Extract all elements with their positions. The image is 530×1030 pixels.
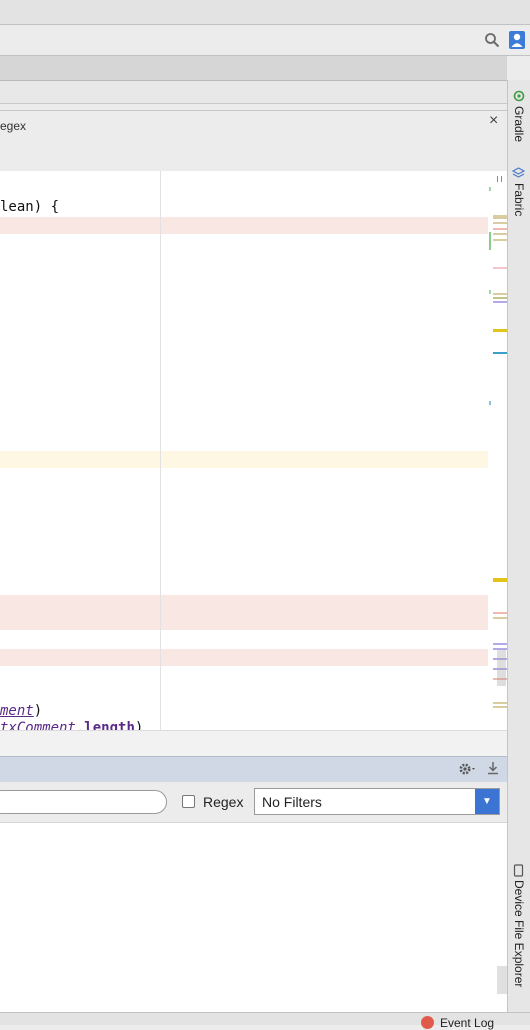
logcat-scrollbar-thumb[interactable]: [497, 966, 507, 994]
gear-icon[interactable]: [458, 761, 478, 777]
download-icon[interactable]: [486, 760, 500, 776]
change-marker: [489, 187, 491, 191]
code-token-paren: ): [33, 703, 43, 719]
device-icon: [513, 864, 524, 877]
code-editor[interactable]: lean) { ment) txComment.length): [0, 171, 488, 730]
warning-line-highlight: [0, 451, 488, 468]
regex-option-label[interactable]: egex: [0, 119, 26, 133]
error-line-highlight: [0, 595, 488, 630]
stripe-marker[interactable]: [493, 612, 507, 614]
right-margin-guide: [160, 171, 161, 730]
inspection-status-icon[interactable]: [497, 176, 502, 182]
event-log-button[interactable]: Event Log: [440, 1016, 494, 1030]
stripe-marker[interactable]: [493, 352, 507, 354]
code-token-identifier: txComment: [0, 720, 76, 730]
stripe-marker[interactable]: [493, 293, 507, 295]
close-find-panel-button[interactable]: ×: [489, 112, 498, 130]
code-line: txComment.length): [0, 720, 143, 730]
logcat-output[interactable]: [0, 822, 507, 1013]
stripe-marker[interactable]: [493, 233, 507, 235]
fabric-tab[interactable]: Fabric: [512, 183, 526, 216]
stripe-marker[interactable]: [493, 228, 507, 230]
change-marker: [489, 401, 491, 405]
regex-checkbox[interactable]: [182, 795, 195, 808]
find-panel: egex ×: [0, 110, 507, 172]
error-line-highlight: [0, 649, 488, 666]
stripe-marker[interactable]: [493, 297, 507, 299]
code-line: ment): [0, 703, 42, 719]
stripe-marker[interactable]: [493, 301, 507, 303]
status-bar: Event Log: [0, 1012, 530, 1030]
change-marker: [489, 290, 491, 294]
title-bar: [0, 0, 530, 25]
stripe-marker[interactable]: [493, 617, 507, 619]
stripe-marker[interactable]: [493, 329, 507, 332]
device-file-explorer-tab[interactable]: Device File Explorer: [512, 880, 526, 987]
error-stripe[interactable]: [488, 171, 507, 730]
stripe-marker[interactable]: [493, 239, 507, 241]
user-icon[interactable]: [509, 31, 525, 49]
logcat-search-input[interactable]: [0, 790, 167, 814]
stripe-marker[interactable]: [493, 578, 507, 582]
error-line-highlight: [0, 217, 488, 234]
search-icon[interactable]: [484, 32, 500, 48]
gradle-icon: [513, 90, 525, 102]
stripe-marker[interactable]: [493, 222, 507, 224]
stripe-marker[interactable]: [493, 643, 507, 645]
filter-dropdown-value: No Filters: [262, 794, 322, 810]
editor-breadcrumb-bar: [0, 730, 507, 756]
change-marker: [489, 232, 491, 250]
code-token-identifier: ment: [0, 703, 34, 719]
logcat-header: [0, 756, 507, 783]
chevron-down-icon[interactable]: ▼: [475, 789, 499, 814]
stripe-marker[interactable]: [493, 702, 507, 704]
scrollbar-thumb[interactable]: [497, 650, 506, 686]
tool-window-tab-strip: [0, 56, 507, 81]
fabric-icon: [512, 167, 525, 178]
stripe-marker[interactable]: [493, 706, 507, 708]
right-tool-strip: Gradle Fabric Device File Explorer: [507, 80, 530, 1012]
gradle-tab[interactable]: Gradle: [512, 106, 526, 142]
code-token-paren: ): [134, 720, 144, 730]
event-log-error-icon[interactable]: [421, 1016, 434, 1029]
stripe-marker[interactable]: [493, 215, 507, 219]
code-line: lean) {: [0, 199, 60, 215]
code-token-field: length: [84, 720, 135, 730]
regex-label: Regex: [203, 794, 244, 810]
filter-dropdown[interactable]: No Filters ▼: [254, 788, 500, 815]
stripe-marker[interactable]: [493, 267, 507, 269]
editor-tab-row: [0, 81, 507, 104]
navigation-toolbar: [0, 25, 530, 56]
